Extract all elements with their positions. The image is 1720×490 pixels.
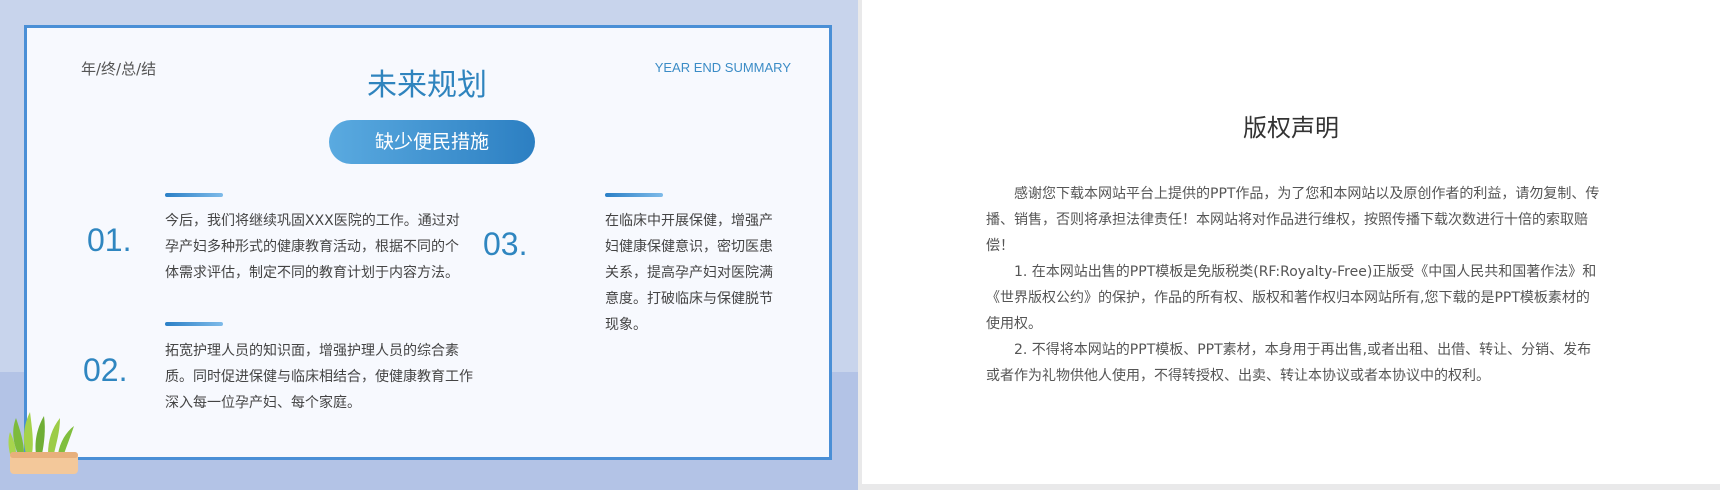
- item-3-number: 03.: [483, 226, 528, 262]
- left-slide: 年/终/总/结 YEAR END SUMMARY 未来规划 缺少便民措施 01.…: [0, 0, 858, 490]
- content-card: 年/终/总/结 YEAR END SUMMARY 未来规划 缺少便民措施 01.…: [24, 25, 832, 460]
- slide-title: 未来规划: [367, 68, 487, 103]
- item-1-accent-bar: [165, 193, 223, 197]
- item-2-text: 拓宽护理人员的知识面，增强护理人员的综合素质。同时促进保健与临床相结合，使健康教…: [165, 343, 473, 411]
- item-1-number: 01.: [87, 222, 132, 258]
- copyright-title: 版权声明: [1243, 114, 1339, 142]
- copyright-body: 感谢您下载本网站平台上提供的PPT作品，为了您和本网站以及原创作者的利益，请勿复…: [986, 181, 1600, 389]
- copyright-paragraph: 1. 在本网站出售的PPT模板是免版税类(RF:Royalty-Free)正版受…: [986, 264, 1597, 332]
- copyright-paragraph: 感谢您下载本网站平台上提供的PPT作品，为了您和本网站以及原创作者的利益，请勿复…: [986, 186, 1600, 254]
- item-1-text: 今后，我们将继续巩固XXX医院的工作。通过对孕产妇多种形式的健康教育活动，根据不…: [165, 213, 460, 281]
- copyright-paragraph: 2. 不得将本网站的PPT模板、PPT素材，本身用于再出售,或者出租、出借、转让…: [986, 342, 1592, 384]
- item-2-accent-bar: [165, 322, 223, 326]
- item-3-accent-bar: [605, 193, 663, 197]
- right-slide: 版权声明 感谢您下载本网站平台上提供的PPT作品，为了您和本网站以及原创作者的利…: [862, 0, 1720, 484]
- item-2-number: 02.: [83, 352, 128, 388]
- section-pill: 缺少便民措施: [329, 120, 535, 164]
- item-3-text: 在临床中开展保健，增强产妇健康保健意识，密切医患关系，提高孕产妇对医院满意度。打…: [605, 213, 773, 333]
- potted-plant-icon: [8, 412, 78, 474]
